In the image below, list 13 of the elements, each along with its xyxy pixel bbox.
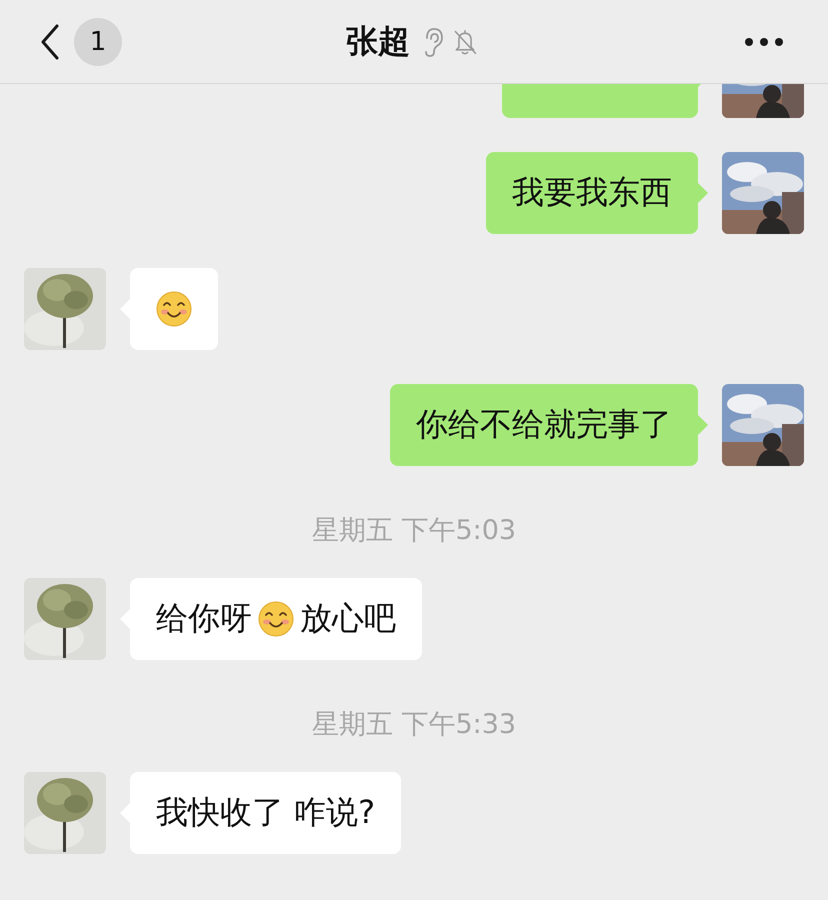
timestamp: 星期五 下午5:33 — [312, 708, 516, 742]
smiling-face-icon — [156, 291, 192, 327]
message-text: 我快收了 咋说? — [156, 792, 376, 833]
chat-title: 张超 — [346, 20, 410, 62]
timestamp: 星期五 下午5:03 — [312, 514, 516, 548]
smiling-face-icon — [258, 601, 294, 637]
message-text: 你给不给就完事了 — [416, 404, 672, 445]
message-text: 给你呀 — [156, 598, 252, 639]
more-icon[interactable] — [744, 36, 784, 46]
message-text: 我要我东西 — [512, 172, 672, 213]
unread-count-badge: 1 — [74, 18, 122, 66]
message-text: 放心吧 — [300, 598, 396, 639]
back-icon[interactable] — [40, 24, 60, 60]
